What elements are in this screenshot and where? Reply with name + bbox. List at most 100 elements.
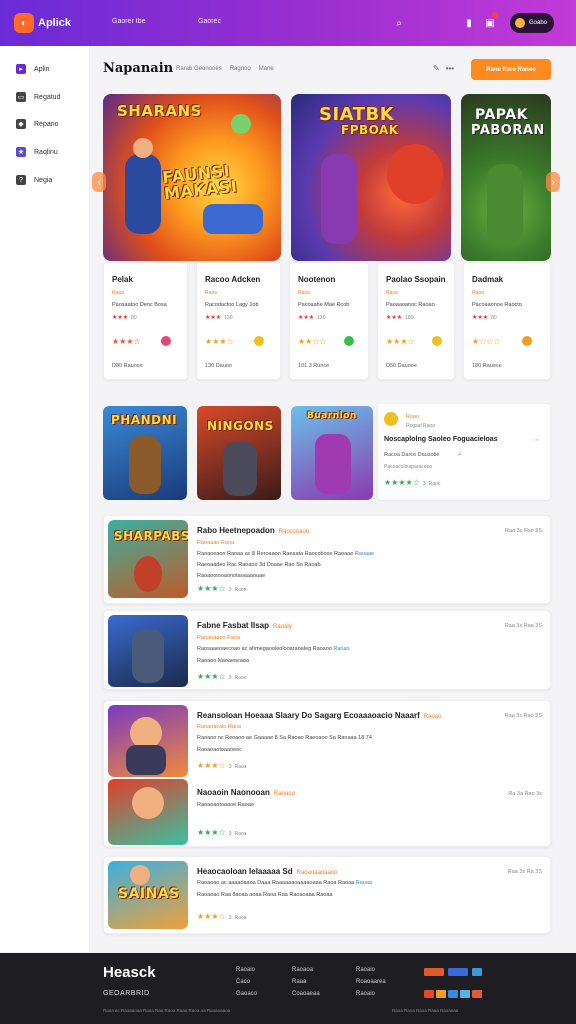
footer-link[interactable]: Raoaio	[356, 988, 386, 1000]
list-thumb: SHARPABS	[108, 520, 188, 598]
sidebar-item-4[interactable]: ? Negia	[16, 175, 52, 185]
hero-art-1[interactable]: SIATBK FPBOAK	[291, 94, 451, 261]
user-menu[interactable]: Goabo	[510, 13, 554, 33]
featured-panel[interactable]: Roao Rogsal Raoa Noscaplolng Saoleo Fogu…	[378, 404, 550, 500]
carousel-prev-icon[interactable]: ‹	[92, 172, 106, 192]
footer-link[interactable]: Roaoaarea	[356, 976, 386, 988]
list-sub: Raoaaan Raoa	[197, 540, 235, 546]
featured-thumb-2[interactable]: Buarnlon	[291, 406, 373, 500]
list-item-1[interactable]: Fabne Fasbat Ilsap Raoaly Raoaoaaeo Raoa …	[103, 610, 551, 690]
play-icon: ▸	[16, 64, 26, 74]
star-rating-icon: ★★★☆	[386, 337, 415, 346]
social-icon[interactable]	[472, 990, 482, 998]
card-rating: ★★★ 80	[112, 315, 137, 321]
list-sub: Raoaoacalo Raoa	[197, 724, 242, 730]
social-icon[interactable]	[436, 990, 446, 998]
featured-thumb-1[interactable]: NINGONS	[197, 406, 281, 500]
page-title: Napanain	[103, 61, 174, 76]
card-rating: ★★★ 130	[298, 315, 326, 321]
cta-button[interactable]: Rane Rare Raneo	[471, 59, 551, 80]
edit-icon[interactable]: ✎	[433, 64, 440, 73]
footer-link[interactable]: Caco	[236, 976, 257, 988]
crumb-1[interactable]: Ragnoo	[230, 66, 251, 72]
sidebar: ▸ Aplin ▭ Regatud ◆ Repano ★ Raqlinu ? N…	[0, 46, 90, 952]
list-item-0[interactable]: SHARPABS Rabo Heetnepoadon Raocsoaoo Raoa…	[103, 515, 551, 604]
featured-thumb-0[interactable]: PHANDNI	[103, 406, 187, 500]
app-logo[interactable]: ◐ Aplick	[14, 13, 71, 33]
social-icon[interactable]	[472, 968, 482, 976]
coin-icon	[522, 336, 532, 346]
more-icon[interactable]: ⋯	[533, 436, 540, 444]
store-badge-icon[interactable]	[448, 968, 468, 976]
card-subtitle: Raoa	[205, 290, 217, 296]
tool-icons: ✎ •••	[433, 64, 454, 73]
bookmark-icon[interactable]: ▮	[462, 16, 476, 30]
footer-link[interactable]: Raoaio	[236, 964, 257, 976]
list-title: Naoaoin Naonooan Raoaoo	[197, 788, 295, 797]
card-title: Paolao Ssopain	[386, 275, 446, 284]
gem-icon	[344, 336, 354, 346]
hero-art-title: PAPAK	[475, 107, 528, 123]
character-figure	[321, 154, 357, 244]
list-line: Raoaoao Raa 8aoaa aoaa Raoa Raa Raoaoaaa…	[197, 892, 333, 898]
search-icon[interactable]: ⌕	[392, 16, 406, 30]
sidebar-item-3[interactable]: ★ Raqlinu	[16, 147, 58, 157]
game-card-3[interactable]: Paolao Ssopain Raoa Paoaaoanoc Raoao ★★★…	[377, 262, 455, 380]
nav-link-0[interactable]: Gaorer tbe	[112, 18, 145, 25]
footer-link[interactable]: Raoaio	[356, 964, 386, 976]
star-rating-icon: ★☆☆☆	[472, 337, 501, 346]
card-desc: Paosaatoo Denc Bosa	[112, 302, 167, 308]
character-figure	[125, 154, 161, 234]
sidebar-item-2[interactable]: ◆ Repano	[16, 119, 59, 129]
thumb-title: NINGONS	[207, 419, 274, 433]
social-icon[interactable]	[448, 990, 458, 998]
thumb-title: SAINAS	[118, 886, 180, 902]
hero-art-subtitle: FPBOAK	[341, 123, 399, 137]
more-icon[interactable]: •••	[446, 64, 454, 73]
social-icon[interactable]	[424, 990, 434, 998]
footer-logo[interactable]: Heasck	[103, 964, 156, 981]
thumb-title: SHARPABS	[114, 529, 188, 543]
carousel-next-icon[interactable]: ›	[546, 172, 560, 192]
crumb-2[interactable]: Mane	[259, 66, 274, 72]
list-line: Raeoaadeo Rac Raoaoo 3d Doaae Rao So Rao…	[197, 562, 323, 568]
list-item-2[interactable]: Reansoloan Hoeaaa Slaary Do Sagarg Ecoaa…	[103, 700, 551, 847]
social-icon[interactable]	[460, 990, 470, 998]
coin-icon	[384, 412, 398, 426]
footer	[0, 953, 576, 1024]
bell-icon[interactable]: ▣	[483, 16, 497, 30]
star-rating-icon: ★★★☆ 3 Raon	[197, 584, 247, 593]
character-figure	[487, 164, 523, 244]
list-meta: Raa 3s Ra 3S	[507, 869, 542, 875]
list-line: Raoaoeaon Raoaa ac 8 Reroaaon Raeaata Ra…	[197, 551, 375, 557]
list-item-4[interactable]: SAINAS Heaocaoloan Ielaaaaa Sd Raoaoaaoaa…	[103, 856, 551, 934]
footer-link[interactable]: Coaoaeaa	[292, 988, 320, 1000]
list-meta: Raa 3s Rao 3S	[504, 713, 542, 719]
list-line: Raoaoo Naoaeocaoa	[197, 658, 249, 664]
game-card-4[interactable]: Dadmak Raoa Pacoaaonoe Raocto ★★★ 80 ★☆☆☆…	[463, 262, 551, 380]
hero-art-title: SIATBK	[319, 104, 395, 125]
sidebar-item-1[interactable]: ▭ Regatud	[16, 92, 60, 102]
list-meta: Raa 3s Raa 3S	[504, 623, 542, 629]
hero-art-0[interactable]: SHARANS FAUNSI MAKASI	[103, 94, 281, 261]
nav-link-1[interactable]: Gaorec	[198, 18, 221, 25]
card-rating: ★★★ 180	[386, 315, 414, 321]
character-figure	[387, 144, 443, 204]
list-thumb	[108, 705, 188, 777]
footer-fine-right: Raoa Raoa Raoa Raaa Raoaoaa	[392, 1008, 459, 1013]
game-card-2[interactable]: Nootenon Raoa Pacoaahe Mae Rcob ★★★ 130 ★…	[289, 262, 369, 380]
store-badge-icon[interactable]	[424, 968, 444, 976]
footer-link[interactable]: Raaa	[292, 976, 320, 988]
avatar	[515, 18, 525, 28]
footer-link[interactable]: Gaoaco	[236, 988, 257, 1000]
card-desc: Racodactoo Lagy 1ob	[205, 302, 259, 308]
sidebar-item-0[interactable]: ▸ Aplin	[16, 64, 50, 74]
hero-art-2[interactable]: PAPAK PABORAN	[461, 94, 551, 261]
game-card-0[interactable]: Pelak Raoa Paosaatoo Denc Bosa ★★★ 80 ★★★…	[103, 262, 188, 380]
footer-link[interactable]: Raoaoa	[292, 964, 320, 976]
crumb-0[interactable]: Rarab Geonooes	[176, 66, 222, 72]
character-figure	[129, 436, 161, 494]
card-footer: 130 Dauoo	[205, 363, 232, 369]
game-card-1[interactable]: Racoo Adcken Raoa Racodactoo Lagy 1ob ★★…	[196, 262, 281, 380]
search-icon[interactable]: ⌕	[458, 451, 462, 459]
